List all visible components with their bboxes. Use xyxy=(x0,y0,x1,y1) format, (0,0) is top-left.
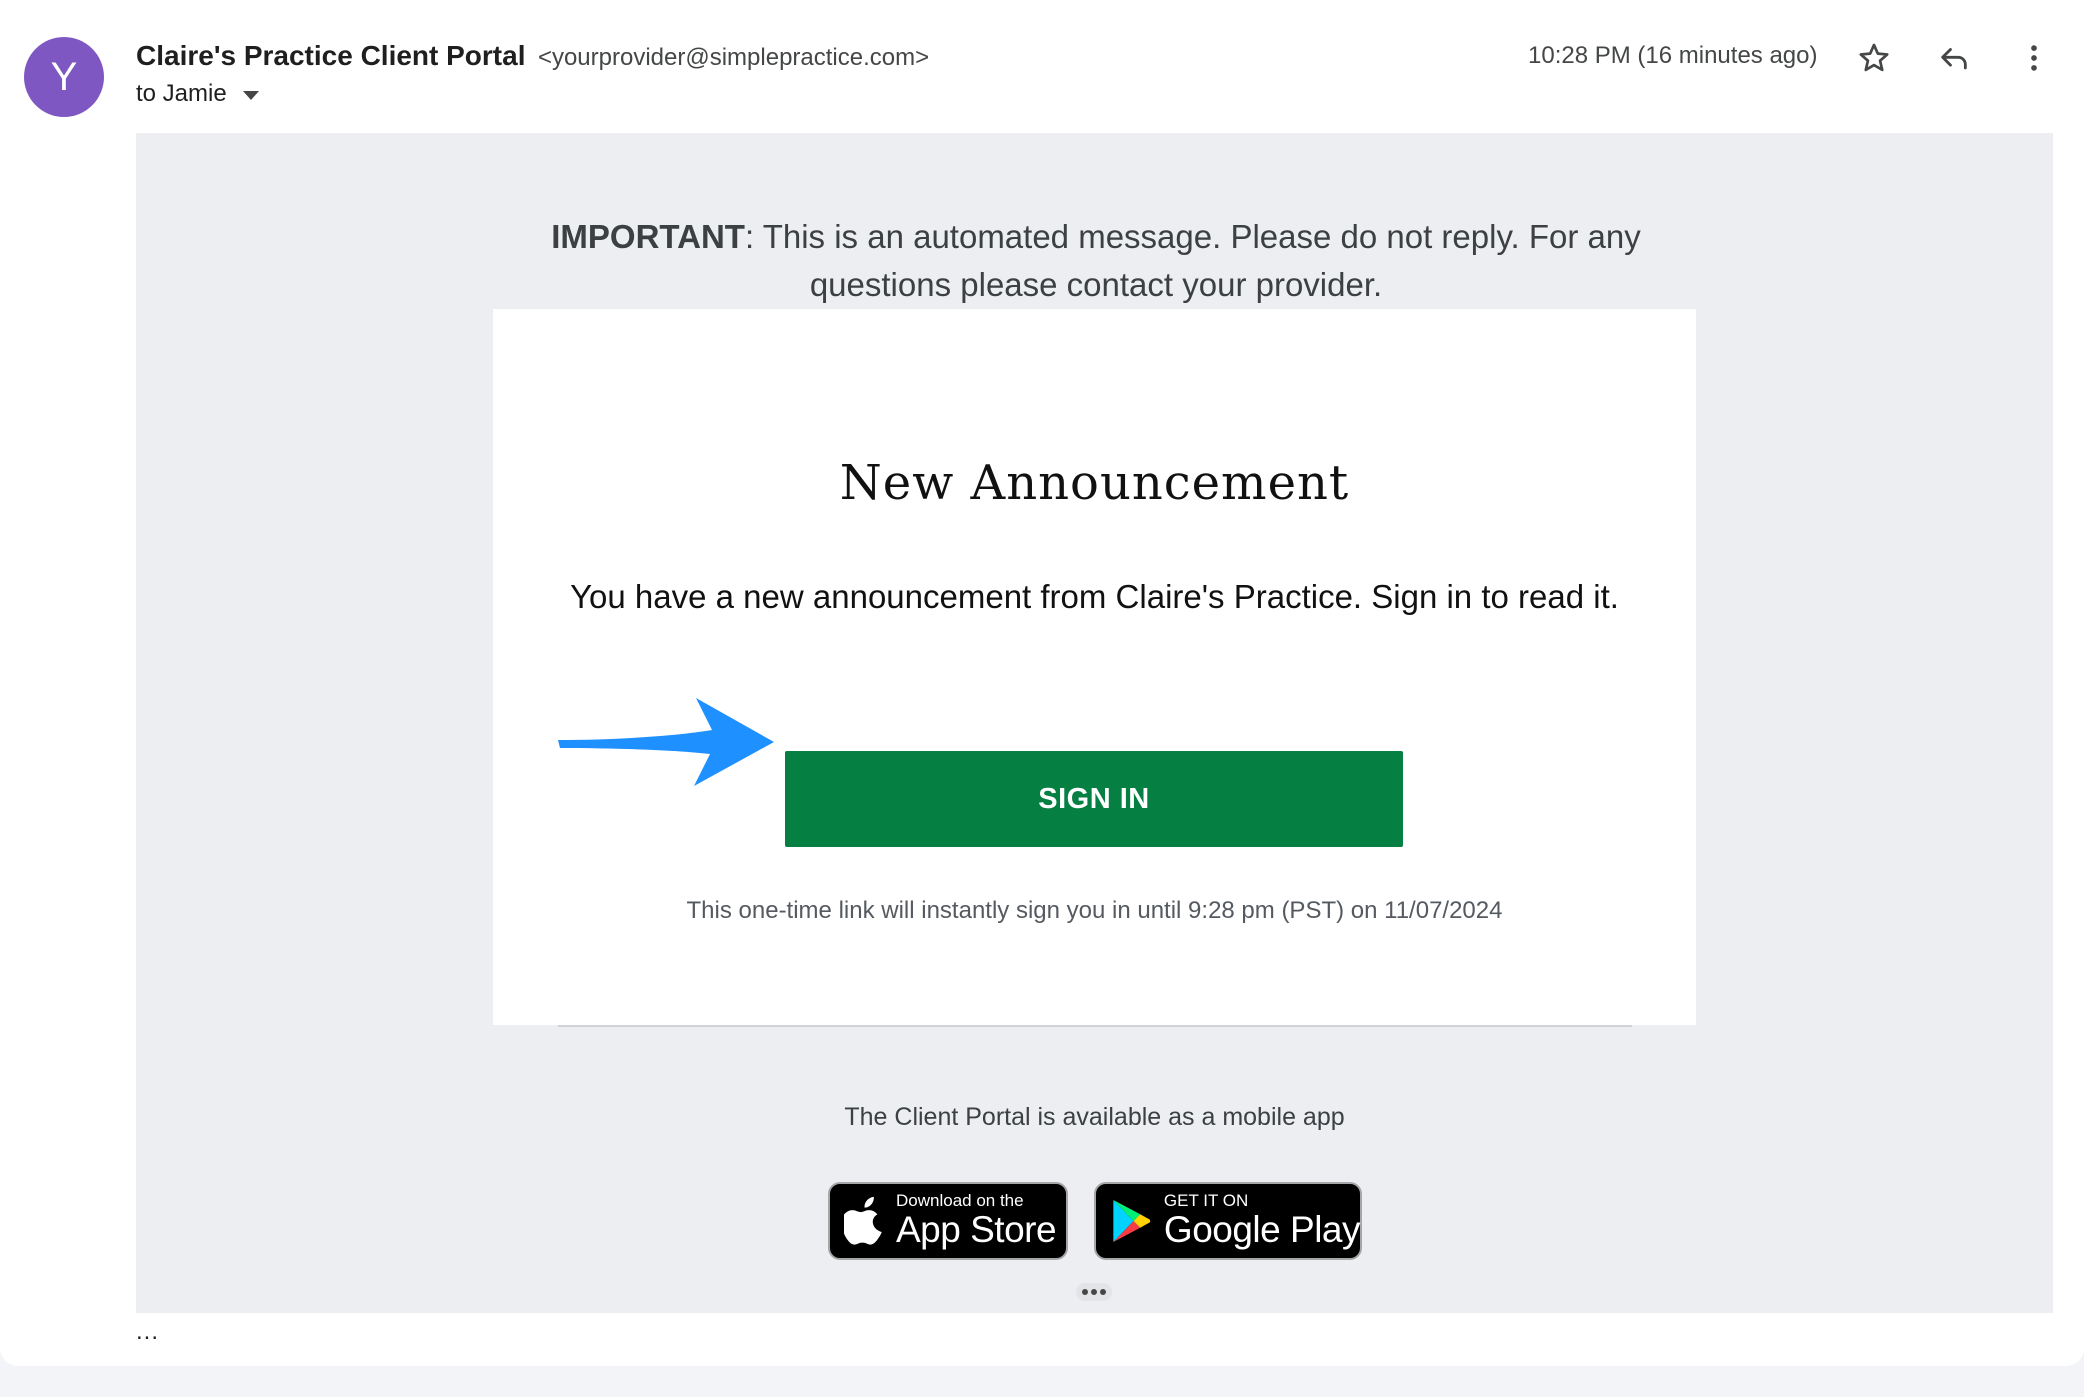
message-timestamp: 10:28 PM (16 minutes ago) xyxy=(1528,42,1818,69)
show-trimmed-content-button[interactable] xyxy=(1076,1283,1112,1301)
dot xyxy=(1082,1289,1088,1295)
star-icon xyxy=(1859,43,1889,72)
more-options-button[interactable] xyxy=(2010,36,2058,80)
dot xyxy=(1091,1289,1097,1295)
mobile-app-note: The Client Portal is available as a mobi… xyxy=(844,1103,1345,1131)
recipient-label: to Jamie xyxy=(136,80,227,107)
gmail-message-view: Y Claire's Practice Client Portal <yourp… xyxy=(0,0,2084,1397)
email-body: IMPORTANT: This is an automated message.… xyxy=(136,133,2053,1313)
reply-button[interactable] xyxy=(1930,36,1978,80)
arrow-pointer-icon xyxy=(558,698,774,786)
google-play-badge[interactable]: GET IT ON Google Play xyxy=(1094,1182,1362,1260)
announcement-heading: New Announcement xyxy=(839,455,1350,511)
google-play-small-text: GET IT ON xyxy=(1163,1191,1249,1210)
announcement-text: You have a new announcement from Claire'… xyxy=(570,578,1619,615)
app-store-badge[interactable]: Download on the App Store xyxy=(828,1182,1068,1260)
sender-avatar[interactable]: Y xyxy=(24,37,104,117)
sender-name[interactable]: Claire's Practice Client Portal xyxy=(136,40,525,71)
sender-line: Claire's Practice Client Portal <yourpro… xyxy=(136,37,929,80)
one-time-link-note: This one-time link will instantly sign y… xyxy=(686,897,1503,924)
google-play-big-text: Google Play xyxy=(1163,1209,1361,1250)
divider xyxy=(558,1025,1632,1027)
announcement-card: New Announcement You have a new announce… xyxy=(493,309,1696,1025)
message-card: Y Claire's Practice Client Portal <yourp… xyxy=(0,0,2084,1366)
more-vert-icon xyxy=(2031,45,2037,71)
important-text: : This is an automated message. Please d… xyxy=(744,218,1641,303)
sender-email: <yourprovider@simplepractice.com> xyxy=(537,44,930,71)
app-store-small-text: Download on the xyxy=(896,1191,1024,1210)
important-label: IMPORTANT xyxy=(551,218,745,255)
google-play-icon xyxy=(1113,1200,1151,1242)
reply-icon xyxy=(1941,48,1967,70)
automated-message-notice: IMPORTANT: This is an automated message.… xyxy=(546,213,1646,309)
dot xyxy=(1100,1289,1106,1295)
avatar-letter: Y xyxy=(50,54,78,99)
sign-in-button[interactable]: SIGN IN xyxy=(785,751,1403,847)
recipient-details-toggle[interactable]: to Jamie xyxy=(136,80,259,108)
trailing-ellipsis: ... xyxy=(136,1318,160,1345)
app-store-big-text: App Store xyxy=(896,1209,1057,1250)
star-button[interactable] xyxy=(1850,36,1898,80)
chevron-down-icon xyxy=(242,91,259,100)
apple-icon xyxy=(844,1196,882,1245)
